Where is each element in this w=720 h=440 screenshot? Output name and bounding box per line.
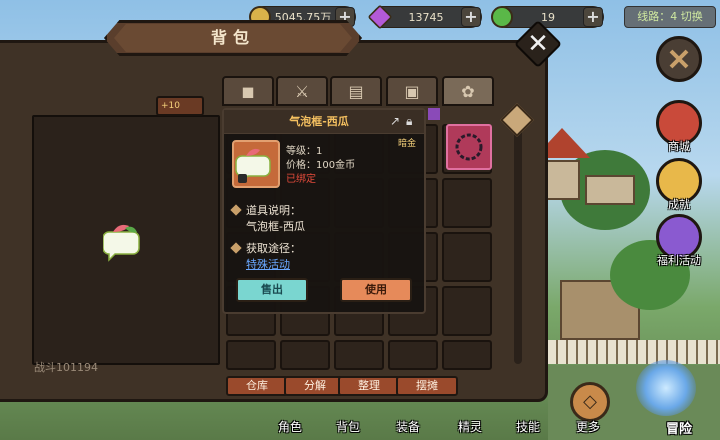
item-price: 价格：100金币 [286, 160, 356, 171]
item-badge: +10 [156, 96, 204, 116]
lock-icon[interactable]: 🔒︎ [406, 114, 420, 128]
heart-icon [491, 6, 513, 28]
close-icon[interactable]: ✕ [521, 27, 555, 61]
inventory-slot[interactable] [442, 178, 492, 228]
welfare-label: 福利活动 [657, 254, 701, 267]
item-slot-filled[interactable] [446, 124, 492, 170]
gift-icon: ▣ [404, 81, 420, 101]
inventory-slot[interactable] [442, 286, 492, 336]
gem-icon [367, 4, 393, 30]
more-button[interactable]: ◇ [570, 382, 610, 422]
stall-button[interactable]: 摆摊 [396, 376, 458, 396]
desc-section: 道具说明： [230, 202, 301, 218]
tab-consumables[interactable]: ◼ [222, 76, 274, 106]
organize-button[interactable]: 整理 [338, 376, 400, 396]
item-description: 气泡框-西瓜 [246, 220, 305, 233]
gem-counter: 13745 + [367, 4, 482, 30]
tab-decorations[interactable]: ✿ [442, 76, 494, 106]
page-title: 背包 [210, 28, 255, 47]
sell-button[interactable]: 售出 [236, 278, 308, 302]
add-hearts-button[interactable]: + [583, 7, 603, 27]
shop-label: 商城 [668, 140, 690, 153]
gem-value: 13745 [408, 10, 444, 24]
tooltip-header: 气泡框-西瓜 ↗ 🔒︎ [224, 110, 424, 134]
fence [548, 340, 720, 364]
decor-icon: ✿ [461, 81, 475, 101]
panel-title-banner: 背包 [104, 20, 362, 56]
bread-icon: ◼ [241, 81, 255, 101]
nav-skill[interactable]: 技能 [516, 418, 540, 435]
nav-adventure[interactable]: 冒险 [666, 418, 692, 437]
inventory-slot[interactable] [226, 340, 276, 370]
adventure-portal-icon[interactable] [636, 360, 696, 416]
inventory-slot[interactable] [388, 340, 438, 370]
menu-toggle-button[interactable] [656, 36, 702, 82]
tab-materials[interactable]: ▣ [386, 76, 438, 106]
book-icon: ▤ [348, 81, 364, 101]
desc-title: 道具说明： [246, 204, 301, 217]
ring-item-icon [455, 133, 483, 161]
nav-bag[interactable]: 背包 [336, 418, 360, 435]
bubble-frame-icon [103, 224, 140, 262]
sword-icon: ⚔ [294, 81, 310, 101]
warehouse-button[interactable]: 仓库 [226, 376, 288, 396]
inventory-slot[interactable] [334, 340, 384, 370]
item-level: 等级：1 [286, 146, 323, 157]
item-bound-status: 已绑定 [286, 174, 316, 185]
source-title: 获取途径： [246, 242, 301, 255]
item-cell-edge [428, 108, 440, 120]
heart-counter: 19 + [491, 6, 604, 28]
achievement-label: 成就 [668, 198, 690, 211]
close-menu-icon [669, 49, 689, 69]
tab-equipment[interactable]: ⚔ [276, 76, 328, 106]
line-switch-button[interactable]: 线路：4 切换 [624, 6, 716, 28]
diamond-bullet-icon [230, 242, 242, 254]
inventory-slot[interactable] [280, 340, 330, 370]
nav-more[interactable]: 更多 [576, 418, 600, 435]
use-button[interactable]: 使用 [340, 278, 412, 302]
item-tag: 暗金 [397, 139, 416, 149]
nav-role[interactable]: 角色 [278, 418, 302, 435]
tab-books[interactable]: ▤ [330, 76, 382, 106]
decompose-button[interactable]: 分解 [284, 376, 346, 396]
house [585, 175, 635, 205]
nav-sprite[interactable]: 精灵 [458, 418, 482, 435]
item-icon [232, 140, 280, 188]
item-name: 气泡框-西瓜 [289, 115, 349, 128]
source-section: 获取途径： [230, 240, 301, 256]
heart-value: 19 [541, 10, 555, 24]
bubble-frame-icon [235, 148, 271, 183]
add-gems-button[interactable]: + [461, 7, 481, 27]
inventory-slot[interactable] [442, 232, 492, 282]
source-link[interactable]: 特殊活动 [246, 256, 290, 272]
inventory-slot[interactable] [442, 340, 492, 370]
scrollbar-track[interactable] [514, 110, 522, 364]
share-icon[interactable]: ↗ [390, 114, 404, 128]
nav-equip[interactable]: 装备 [396, 418, 420, 435]
combat-power: 战斗101194 [34, 361, 98, 374]
diamond-bullet-icon [230, 204, 242, 216]
